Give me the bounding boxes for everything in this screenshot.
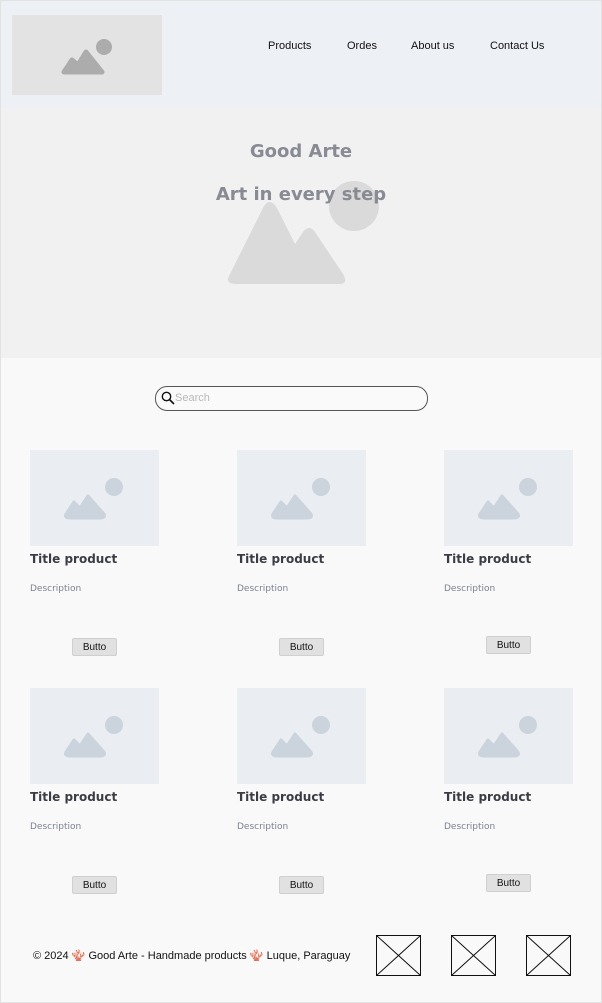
product-description: Description [444, 822, 496, 832]
product-button[interactable]: Butto [72, 638, 117, 656]
product-button[interactable]: Butto [486, 636, 531, 654]
social-placeholder-icon[interactable] [451, 935, 496, 976]
product-button[interactable]: Butto [279, 638, 324, 656]
image-placeholder-icon [271, 716, 330, 758]
product-button[interactable]: Butto [486, 874, 531, 892]
product-image[interactable] [444, 450, 573, 546]
product-description: Description [444, 584, 496, 594]
product-description: Description [30, 822, 82, 832]
nav-about-us[interactable]: About us [411, 40, 454, 52]
product-card: Title product Description Butto [30, 450, 160, 665]
product-image[interactable] [237, 688, 366, 784]
image-placeholder-icon [271, 478, 330, 520]
product-title: Title product [237, 790, 325, 804]
search-bar [155, 386, 428, 411]
product-description: Description [237, 584, 289, 594]
search-icon [161, 391, 175, 405]
image-placeholder-icon [478, 716, 537, 758]
hero-title: Good Arte [249, 141, 353, 162]
social-placeholder-icon[interactable] [376, 935, 421, 976]
product-image[interactable] [444, 688, 573, 784]
nav-orders[interactable]: Ordes [347, 40, 377, 52]
page: Products Ordes About us Contact Us Good … [0, 0, 602, 1003]
product-title: Title product [30, 552, 118, 566]
product-title: Title product [444, 552, 532, 566]
nav-products[interactable]: Products [268, 40, 311, 52]
hero-subtitle: Art in every step [215, 184, 387, 205]
product-card: Title product Description Butto [237, 688, 367, 903]
header: Products Ordes About us Contact Us [1, 1, 601, 108]
product-card: Title product Description Butto [237, 450, 367, 665]
product-card: Title product Description Butto [444, 688, 574, 903]
product-image[interactable] [237, 450, 366, 546]
product-image[interactable] [30, 450, 159, 546]
product-button[interactable]: Butto [279, 876, 324, 894]
search-input[interactable] [175, 389, 415, 407]
nav-contact-us[interactable]: Contact Us [490, 40, 544, 52]
product-title: Title product [30, 790, 118, 804]
product-card: Title product Description Butto [444, 450, 574, 665]
social-placeholder-icon[interactable] [526, 935, 571, 976]
image-placeholder-icon [64, 716, 123, 758]
image-placeholder-icon [478, 478, 537, 520]
product-title: Title product [237, 552, 325, 566]
image-placeholder-icon [64, 478, 123, 520]
footer-copyright: © 2024 🪸 Good Arte - Handmade products 🪸… [33, 950, 351, 962]
product-description: Description [237, 822, 289, 832]
product-title: Title product [444, 790, 532, 804]
product-description: Description [30, 584, 82, 594]
product-image[interactable] [30, 688, 159, 784]
product-button[interactable]: Butto [72, 876, 117, 894]
logo[interactable] [12, 15, 162, 95]
image-placeholder-icon [61, 39, 112, 75]
hero-banner: Good Arte Art in every step [1, 108, 601, 358]
product-card: Title product Description Butto [30, 688, 160, 903]
